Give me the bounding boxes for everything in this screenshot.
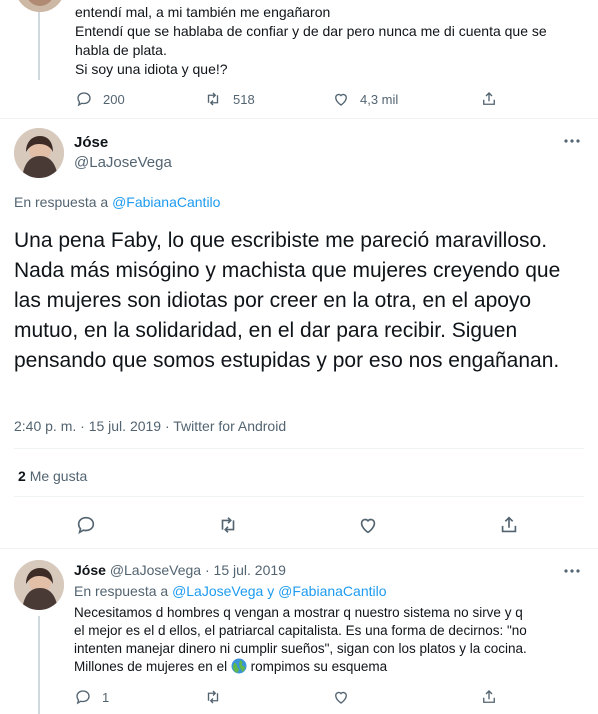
reply-button[interactable]: 1 [74, 688, 109, 706]
retweet-button[interactable]: 518 [203, 90, 255, 108]
tweet-line: Si soy una idiota y que!? [75, 61, 228, 77]
reply-count: 1 [102, 689, 110, 705]
share-button[interactable] [480, 90, 498, 108]
globe-emoji-icon [231, 658, 247, 674]
more-icon[interactable] [563, 564, 581, 578]
like-count: 4,3 mil [360, 91, 399, 107]
reply-context: En respuesta a @FabianaCantilo [14, 194, 220, 210]
more-icon[interactable] [563, 134, 581, 148]
user-handle[interactable]: @LaJoseVega [110, 562, 201, 578]
likes-label: Me gusta [29, 468, 88, 484]
retweet-count: 518 [233, 91, 255, 107]
heart-icon[interactable] [357, 514, 379, 536]
tweet-timestamp[interactable]: 2:40 p. m. · 15 jul. 2019 · Twitter for … [14, 418, 286, 434]
avatar[interactable] [15, 0, 65, 12]
retweet-icon [203, 90, 223, 108]
separator: · [204, 562, 210, 578]
thread-line [38, 616, 40, 714]
tweet-text: entendí mal, a mi también me engañaron E… [75, 3, 585, 79]
share-icon [480, 90, 498, 108]
divider [14, 448, 584, 449]
tweet-body: Una pena Faby, lo que escribiste me pare… [14, 229, 561, 372]
display-name[interactable]: Jóse [74, 134, 108, 151]
user-handle[interactable]: @LaJoseVega [74, 154, 172, 171]
tweet-line: Entendí que se hablaba de confiar y de d… [75, 23, 547, 39]
reply-prefix: En respuesta a [74, 583, 169, 599]
reply-and: y [267, 583, 275, 599]
display-name[interactable]: Jóse [74, 562, 106, 578]
tweet-line: el mejor es el d ellos, el patriarcal ca… [74, 623, 527, 638]
tweet-line-part: Millones de mujeres en el [74, 659, 228, 674]
divider [14, 496, 584, 497]
tweet-text: Necesitamos d hombres q vengan a mostrar… [74, 604, 589, 676]
tweet-date[interactable]: 15 jul. 2019 [214, 562, 286, 578]
likes-summary[interactable]: 2 Me gusta [18, 468, 87, 484]
reply-count: 200 [103, 91, 125, 107]
tweet-line-part: rompimos su esquema [250, 659, 388, 674]
tweet-line: habla de plata. [75, 42, 167, 58]
reply-to-link[interactable]: @LaJoseVega [172, 583, 263, 599]
heart-icon[interactable] [332, 688, 350, 706]
heart-icon [332, 90, 350, 108]
divider [0, 118, 598, 119]
tweet-line: entendí mal, a mi también me engañaron [75, 4, 331, 20]
tweet-line: Necesitamos d hombres q vengan a mostrar… [74, 605, 523, 620]
reply-button[interactable]: 200 [75, 90, 125, 108]
reply-prefix: En respuesta a [14, 194, 109, 210]
tweet-line: intenten manejar dinero ni cumplir sueño… [74, 641, 527, 656]
avatar[interactable] [14, 560, 64, 610]
divider [0, 548, 598, 549]
retweet-icon[interactable] [216, 514, 240, 536]
reply-to-link[interactable]: @FabianaCantilo [112, 194, 220, 210]
likes-count: 2 [18, 468, 26, 484]
tweet-line: Millones de mujeres en el rompimos su es… [74, 658, 589, 676]
reply-context: En respuesta a @LaJoseVega y @FabianaCan… [74, 583, 387, 599]
share-icon[interactable] [498, 514, 520, 536]
reply-icon [75, 90, 93, 108]
like-button[interactable]: 4,3 mil [332, 90, 398, 108]
reply-icon [74, 688, 92, 706]
thread-line [38, 0, 40, 80]
reply-to-link[interactable]: @FabianaCantilo [278, 583, 386, 599]
share-icon[interactable] [480, 688, 498, 706]
avatar[interactable] [14, 128, 64, 178]
reply-icon[interactable] [75, 514, 97, 536]
reply-header: Jóse @LaJoseVega · 15 jul. 2019 [74, 562, 286, 578]
retweet-icon[interactable] [203, 688, 223, 706]
